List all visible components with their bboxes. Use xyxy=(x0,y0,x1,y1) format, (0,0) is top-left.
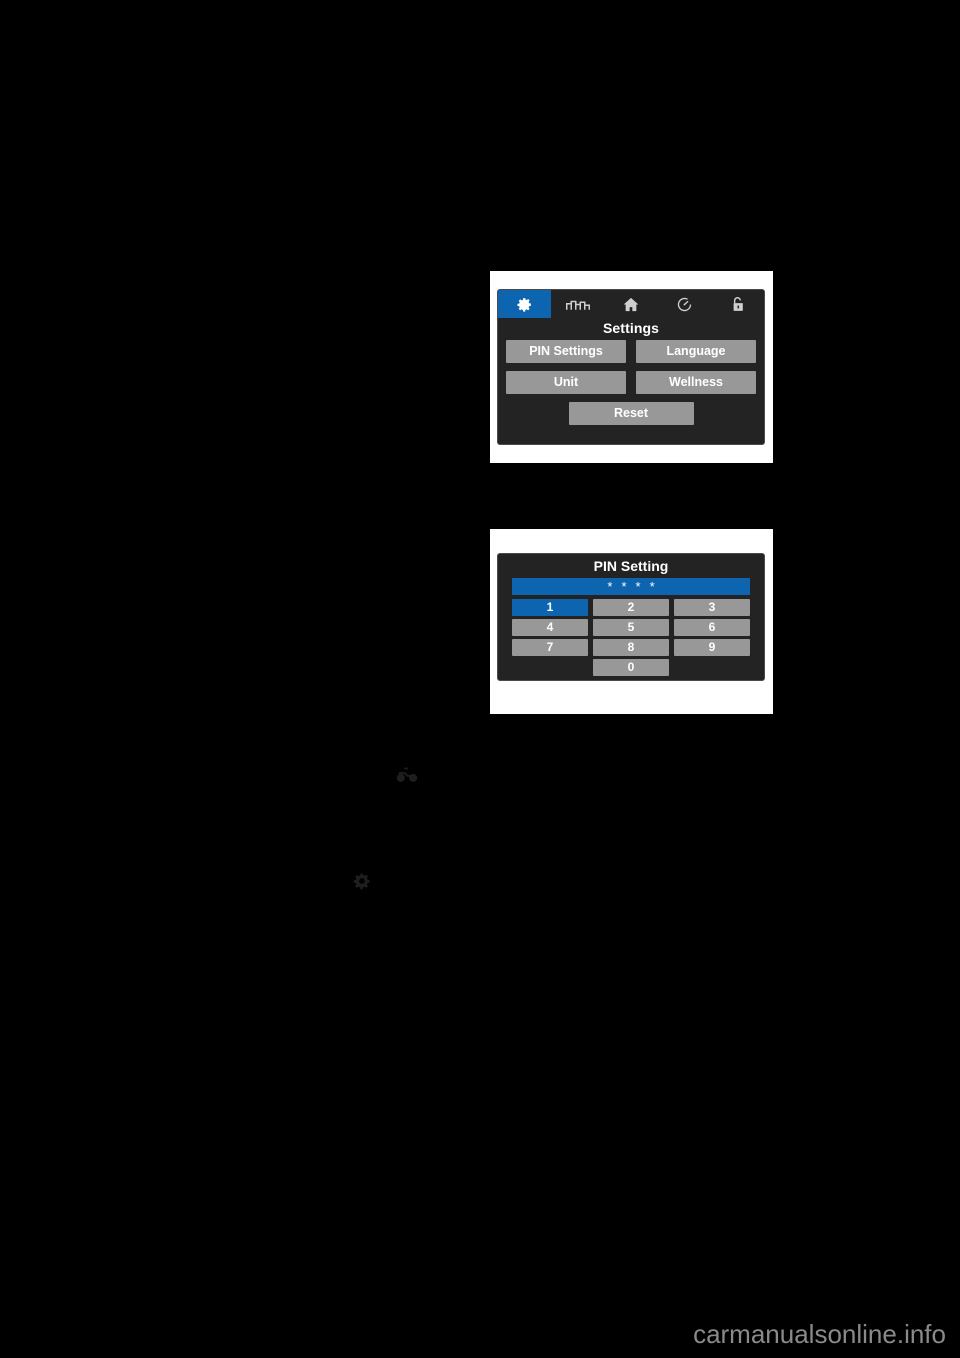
pin-screen-title: PIN Setting xyxy=(593,558,669,574)
settings-row-1: PIN Settings Language xyxy=(506,340,756,363)
pin-entry-field[interactable]: * * * * xyxy=(512,578,750,595)
home-icon xyxy=(623,297,639,312)
unit-button[interactable]: Unit xyxy=(506,371,626,394)
pin-setting-figure: PIN Setting * * * * 1 2 3 4 5 6 7 8 9 0 xyxy=(490,529,773,714)
settings-screen: Settings PIN Settings Language Unit Well… xyxy=(497,289,765,445)
gear-icon xyxy=(516,296,533,313)
trip-meter-icon xyxy=(565,298,590,311)
key-0[interactable]: 0 xyxy=(593,659,669,676)
key-1[interactable]: 1 xyxy=(512,599,588,616)
settings-row-3: Reset xyxy=(506,402,756,425)
reset-button[interactable]: Reset xyxy=(568,402,694,425)
key-8[interactable]: 8 xyxy=(593,639,669,656)
pin-star-4: * xyxy=(649,579,655,594)
wellness-button[interactable]: Wellness xyxy=(636,371,756,394)
pin-keypad: 1 2 3 4 5 6 7 8 9 0 xyxy=(498,599,764,676)
key-9[interactable]: 9 xyxy=(674,639,750,656)
key-4[interactable]: 4 xyxy=(512,619,588,636)
pin-settings-button[interactable]: PIN Settings xyxy=(506,340,626,363)
keypad-spacer-right xyxy=(674,659,750,676)
keypad-row-1: 1 2 3 xyxy=(512,599,750,616)
keypad-row-2: 4 5 6 xyxy=(512,619,750,636)
key-3[interactable]: 3 xyxy=(674,599,750,616)
pin-setting-screen: PIN Setting * * * * 1 2 3 4 5 6 7 8 9 0 xyxy=(497,553,765,681)
key-6[interactable]: 6 xyxy=(674,619,750,636)
gauge-icon xyxy=(676,296,693,313)
key-2[interactable]: 2 xyxy=(593,599,669,616)
key-7[interactable]: 7 xyxy=(512,639,588,656)
settings-row-2: Unit Wellness xyxy=(506,371,756,394)
keypad-row-4: 0 xyxy=(512,659,750,676)
settings-figure: Settings PIN Settings Language Unit Well… xyxy=(490,271,773,463)
settings-tabbar xyxy=(498,290,764,318)
pin-star-1: * xyxy=(607,579,613,594)
tab-lock[interactable] xyxy=(711,290,764,318)
tab-gauge[interactable] xyxy=(658,290,711,318)
tab-home[interactable] xyxy=(604,290,657,318)
site-watermark: carmanualsonline.info xyxy=(693,1319,946,1349)
pin-star-3: * xyxy=(635,579,641,594)
language-button[interactable]: Language xyxy=(636,340,756,363)
motorcycle-icon xyxy=(396,763,418,785)
settings-button-grid: PIN Settings Language Unit Wellness Rese… xyxy=(498,340,764,425)
pin-star-2: * xyxy=(621,579,627,594)
keypad-spacer-left xyxy=(512,659,588,676)
unlocked-padlock-icon xyxy=(730,296,745,313)
keypad-row-3: 7 8 9 xyxy=(512,639,750,656)
key-5[interactable]: 5 xyxy=(593,619,669,636)
gear-small-icon xyxy=(352,871,372,891)
tab-gear[interactable] xyxy=(498,290,552,318)
tab-trip-meter[interactable] xyxy=(551,290,604,318)
page-title: Settings xyxy=(602,320,660,336)
